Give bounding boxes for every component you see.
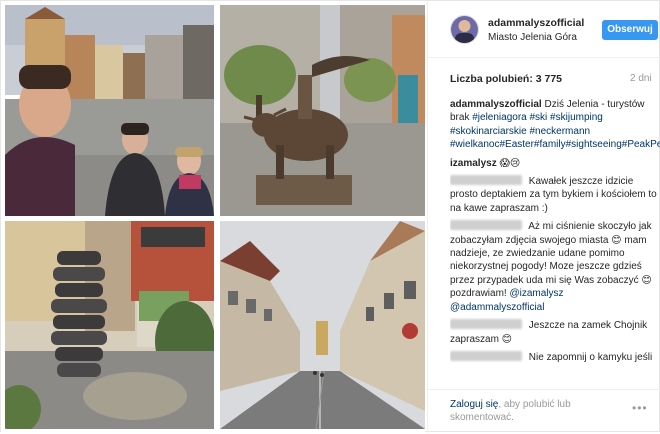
comment-text: Nie zapomnij o kamyku jeśli bbox=[528, 351, 653, 363]
post-footer: Zaloguj się, aby polubić lub skomentować… bbox=[428, 389, 660, 434]
comment-item: Jeszcze na zamek Chojnik zapraszam 😊 bbox=[450, 319, 660, 346]
caption-username[interactable]: adammalyszofficial bbox=[450, 99, 542, 110]
photo-fountain-sculpture bbox=[5, 221, 214, 429]
post-location[interactable]: Miasto Jelenia Góra bbox=[488, 32, 577, 43]
blurred-username bbox=[450, 319, 522, 330]
login-link[interactable]: Zaloguj się bbox=[450, 399, 498, 410]
profile-avatar[interactable] bbox=[450, 15, 479, 44]
instagram-post: adammalyszofficial Miasto Jelenia Góra O… bbox=[0, 0, 660, 433]
post-username[interactable]: adammalyszofficial bbox=[488, 17, 584, 29]
post-timestamp[interactable]: 2 dni bbox=[630, 73, 652, 84]
blurred-username bbox=[450, 220, 522, 231]
login-prompt: Zaloguj się, aby polubić lub skomentować… bbox=[450, 398, 630, 424]
comment-item: Nie zapomnij o kamyku jeśli bbox=[450, 350, 660, 364]
comment-item: Aż mi ciśnienie skoczyło jak zobaczyłam … bbox=[450, 220, 660, 314]
comment-text: 😱😢 bbox=[499, 157, 521, 169]
blurred-username bbox=[450, 350, 522, 361]
post-sidebar: adammalyszofficial Miasto Jelenia Góra O… bbox=[427, 1, 660, 433]
caption: adammalyszofficial Dziś Jelenia - turyst… bbox=[450, 98, 660, 152]
photo-street-view bbox=[220, 221, 425, 429]
follow-button[interactable]: Obserwuj bbox=[602, 20, 658, 40]
comment-item: Kawałek jeszcze idzicie prosto deptakiem… bbox=[450, 175, 660, 215]
photo-selfie-square bbox=[5, 5, 214, 216]
post-header: adammalyszofficial Miasto Jelenia Góra O… bbox=[428, 1, 660, 58]
comment-item: izamalysz 😱😢 bbox=[450, 157, 660, 170]
likes-count[interactable]: Liczba polubień: 3 775 bbox=[450, 73, 562, 85]
more-options-icon[interactable]: ••• bbox=[632, 401, 648, 415]
comments-list: adammalyszofficial Dziś Jelenia - turyst… bbox=[450, 98, 660, 388]
blurred-username bbox=[450, 175, 522, 186]
photo-bull-statue bbox=[220, 5, 425, 216]
caption-hashtags[interactable]: #jeleniagora #ski #skijumping #skokinarc… bbox=[450, 112, 660, 150]
comment-username[interactable]: izamalysz bbox=[450, 158, 497, 169]
photo-collage[interactable] bbox=[1, 1, 425, 433]
